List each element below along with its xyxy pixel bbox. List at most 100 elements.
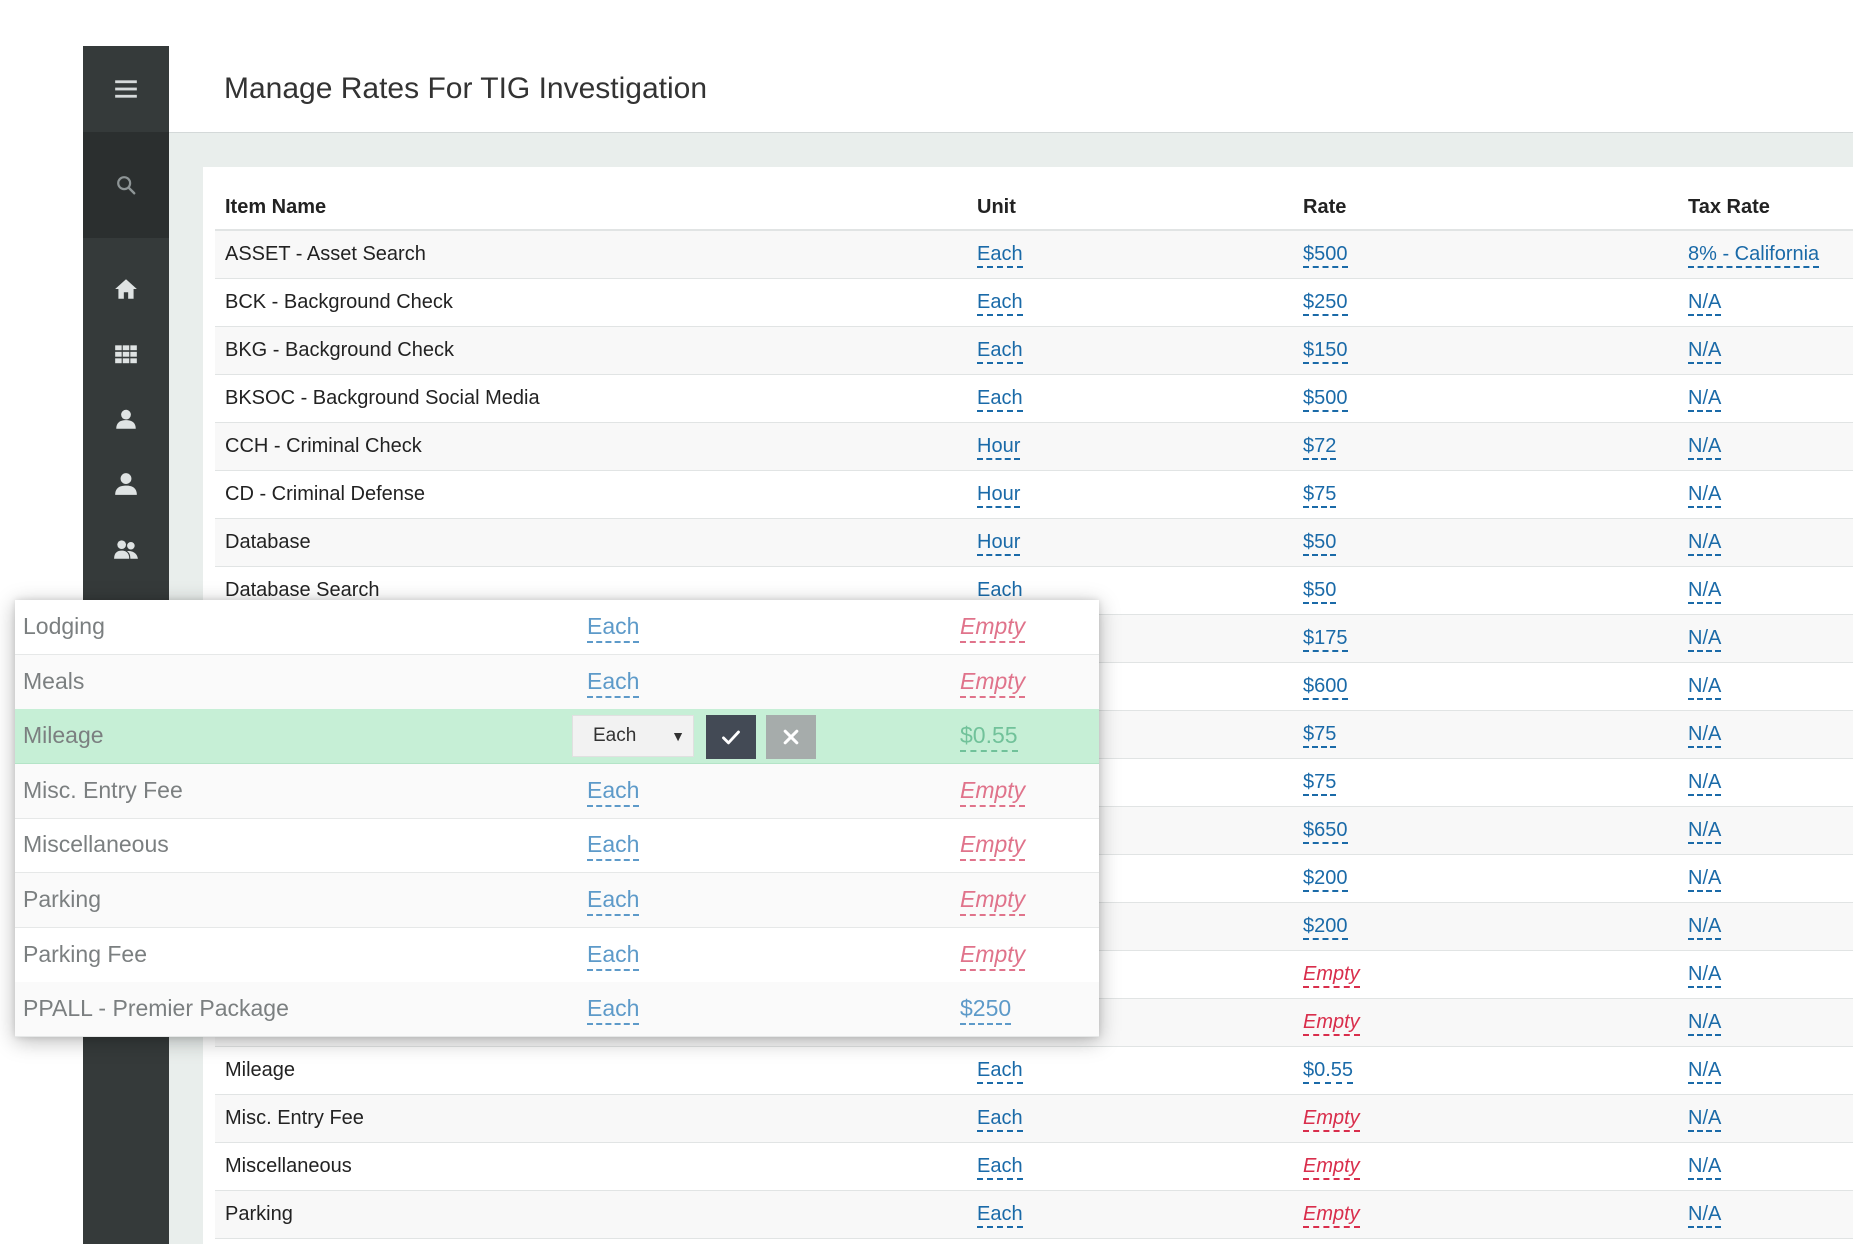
- rate-empty-editable-link[interactable]: Empty: [1303, 1010, 1360, 1036]
- tax-rate-editable-link[interactable]: N/A: [1688, 722, 1722, 748]
- unit-editable-link[interactable]: Each: [977, 290, 1023, 316]
- rate-cell: $500: [1293, 374, 1678, 423]
- list-item-editing: Mileage Each ▼ $0.55: [15, 709, 1099, 765]
- sidebar-item-dashboard[interactable]: [83, 329, 169, 379]
- tax-rate-editable-link[interactable]: N/A: [1688, 866, 1722, 892]
- tax-rate-editable-link[interactable]: N/A: [1688, 1106, 1722, 1132]
- unit-editable-link[interactable]: Each: [977, 1106, 1023, 1132]
- menu-toggle-button[interactable]: [83, 46, 169, 132]
- rate-editable-link[interactable]: $75: [1303, 722, 1337, 748]
- tax-rate-editable-link[interactable]: N/A: [1688, 1010, 1722, 1036]
- tax-rate-cell: N/A: [1678, 662, 1853, 711]
- rate-empty-editable-link[interactable]: Empty: [1303, 1154, 1360, 1180]
- tax-rate-editable-link[interactable]: N/A: [1688, 386, 1722, 412]
- rate-editable-link[interactable]: $175: [1303, 626, 1348, 652]
- tax-rate-editable-link[interactable]: N/A: [1688, 434, 1722, 460]
- rate-cell: $72: [1293, 422, 1678, 471]
- column-header-rate: Rate: [1293, 167, 1678, 231]
- rate-empty-editable-link[interactable]: Empty: [960, 613, 1026, 643]
- unit-editable-link[interactable]: Hour: [977, 482, 1021, 508]
- rate-editable-link[interactable]: $75: [1303, 770, 1337, 796]
- unit-editable-link[interactable]: Each: [587, 613, 640, 643]
- tax-rate-editable-link[interactable]: N/A: [1688, 770, 1722, 796]
- tax-rate-cell: N/A: [1678, 1190, 1853, 1239]
- rate-editable-link[interactable]: $50: [1303, 530, 1337, 556]
- rate-editable-link[interactable]: $600: [1303, 674, 1348, 700]
- rate-empty-editable-link[interactable]: Empty: [1303, 962, 1360, 988]
- rate-editable-link[interactable]: $200: [1303, 866, 1348, 892]
- rate-editable-link[interactable]: $500: [1303, 386, 1348, 412]
- unit-editable-link[interactable]: Each: [977, 1154, 1023, 1180]
- unit-editable-link[interactable]: Hour: [977, 434, 1021, 460]
- rate-editable-link[interactable]: $0.55: [1303, 1058, 1354, 1084]
- tax-rate-editable-link[interactable]: N/A: [1688, 626, 1722, 652]
- rate-editable-link[interactable]: $650: [1303, 818, 1348, 844]
- rate-empty-editable-link[interactable]: Empty: [960, 777, 1026, 807]
- sidebar-search-button[interactable]: [83, 132, 169, 238]
- tax-rate-cell: N/A: [1678, 950, 1853, 999]
- tax-rate-editable-link[interactable]: N/A: [1688, 674, 1722, 700]
- tax-rate-editable-link[interactable]: N/A: [1688, 818, 1722, 844]
- unit-select[interactable]: Each ▼: [572, 715, 694, 758]
- tax-rate-cell: N/A: [1678, 518, 1853, 567]
- tax-rate-editable-link[interactable]: 8% - California: [1688, 242, 1820, 268]
- rate-editable-link[interactable]: $0.55: [960, 722, 1018, 753]
- unit-editable-link[interactable]: Each: [587, 668, 640, 698]
- rate-editable-link[interactable]: $500: [1303, 242, 1348, 268]
- unit-editable-link[interactable]: Each: [977, 1058, 1023, 1084]
- unit-cell: Hour: [967, 422, 1293, 471]
- tax-rate-editable-link[interactable]: N/A: [1688, 1154, 1722, 1180]
- unit-cell: Each: [967, 1046, 1293, 1095]
- tax-rate-editable-link[interactable]: N/A: [1688, 962, 1722, 988]
- unit-editable-link[interactable]: Each: [587, 831, 640, 862]
- unit-editable-link[interactable]: Each: [977, 338, 1023, 364]
- tax-rate-editable-link[interactable]: N/A: [1688, 914, 1722, 940]
- list-item: Parking Each Empty: [15, 873, 1099, 928]
- sidebar-item-account[interactable]: [83, 394, 169, 444]
- tax-rate-cell: N/A: [1678, 1046, 1853, 1095]
- unit-editable-link[interactable]: Each: [977, 242, 1023, 268]
- tax-rate-editable-link[interactable]: N/A: [1688, 338, 1722, 364]
- rate-editable-link[interactable]: $50: [1303, 578, 1337, 604]
- unit-editable-link[interactable]: Each: [587, 995, 640, 1026]
- unit-editable-link[interactable]: Each: [587, 886, 640, 916]
- rate-editable-link[interactable]: $150: [1303, 338, 1348, 364]
- rate-empty-editable-link[interactable]: Empty: [960, 886, 1026, 916]
- rate-editable-link[interactable]: $75: [1303, 482, 1337, 508]
- table-row: BCK - Background Check Each $250 N/A: [215, 278, 1853, 327]
- unit-cell: Each: [967, 374, 1293, 423]
- tax-rate-editable-link[interactable]: N/A: [1688, 482, 1722, 508]
- unit-editable-link[interactable]: Each: [587, 941, 640, 971]
- tax-rate-cell: N/A: [1678, 614, 1853, 663]
- rate-cell: $200: [1293, 902, 1678, 951]
- list-item: Lodging Each Empty: [15, 600, 1099, 655]
- check-icon: [722, 730, 740, 745]
- rate-editable-link[interactable]: $200: [1303, 914, 1348, 940]
- unit-editable-link[interactable]: Each: [977, 386, 1023, 412]
- item-name-cell: Parking: [215, 1190, 967, 1239]
- sidebar-item-clients[interactable]: [83, 459, 169, 509]
- tax-rate-editable-link[interactable]: N/A: [1688, 1058, 1722, 1084]
- rate-editable-link[interactable]: $250: [960, 995, 1012, 1026]
- rate-empty-editable-link[interactable]: Empty: [960, 941, 1026, 971]
- tax-rate-editable-link[interactable]: N/A: [1688, 290, 1722, 316]
- rate-empty-editable-link[interactable]: Empty: [960, 668, 1026, 698]
- unit-editable-link[interactable]: Each: [587, 777, 640, 807]
- rate-editable-link[interactable]: $72: [1303, 434, 1337, 460]
- sidebar-item-home[interactable]: [83, 264, 169, 314]
- rate-editable-link[interactable]: $250: [1303, 290, 1348, 316]
- rate-cell: Empty: [1293, 1190, 1678, 1239]
- tax-rate-editable-link[interactable]: N/A: [1688, 1202, 1722, 1228]
- cancel-edit-button[interactable]: [766, 715, 816, 760]
- tax-rate-editable-link[interactable]: N/A: [1688, 530, 1722, 556]
- rate-empty-editable-link[interactable]: Empty: [1303, 1202, 1360, 1228]
- unit-editable-link[interactable]: Each: [977, 1202, 1023, 1228]
- rate-cell: $75: [1293, 758, 1678, 807]
- confirm-edit-button[interactable]: [706, 715, 756, 760]
- unit-editable-link[interactable]: Hour: [977, 530, 1021, 556]
- tax-rate-editable-link[interactable]: N/A: [1688, 578, 1722, 604]
- rate-empty-editable-link[interactable]: Empty: [960, 831, 1026, 862]
- table-row: Misc. Entry Fee Each Empty N/A: [215, 1094, 1853, 1143]
- rate-empty-editable-link[interactable]: Empty: [1303, 1106, 1360, 1132]
- sidebar-item-team[interactable]: [83, 524, 169, 574]
